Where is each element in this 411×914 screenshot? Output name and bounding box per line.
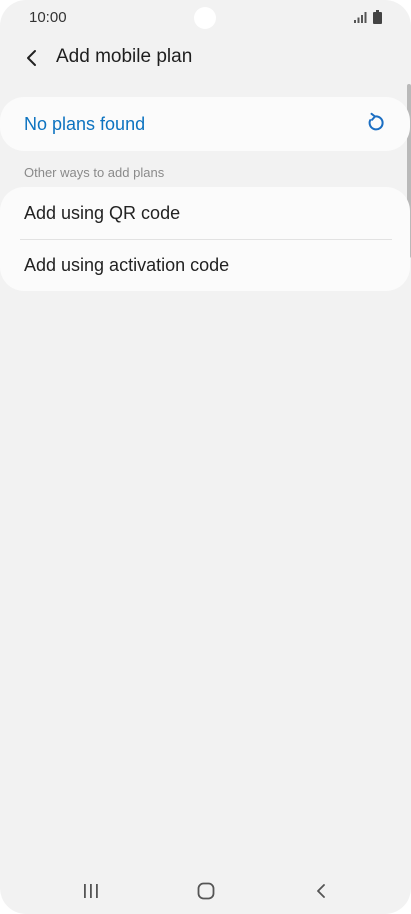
status-time: 10:00 — [29, 9, 67, 26]
option-label: Add using QR code — [24, 203, 181, 223]
back-icon — [317, 884, 325, 898]
plans-status-card: No plans found — [0, 97, 410, 151]
app-header: Add mobile plan — [0, 36, 411, 80]
recents-icon — [84, 884, 98, 898]
page-title: Add mobile plan — [56, 46, 193, 67]
status-bar: 10:00 — [0, 0, 411, 36]
screen: 10:00 Add mobile plan No plans found Oth… — [0, 0, 411, 914]
refresh-button[interactable] — [361, 109, 389, 137]
refresh-icon — [368, 112, 384, 131]
back-arrow-icon — [27, 50, 36, 66]
home-button[interactable] — [191, 880, 221, 902]
signal-icon — [354, 12, 367, 23]
add-using-activation-code-option[interactable]: Add using activation code — [0, 239, 410, 291]
add-using-qr-code-option[interactable]: Add using QR code — [0, 187, 410, 239]
back-button[interactable] — [18, 44, 46, 72]
other-ways-section-title: Other ways to add plans — [24, 165, 165, 180]
option-label: Add using activation code — [24, 255, 230, 275]
home-icon — [197, 882, 215, 900]
recents-button[interactable] — [76, 880, 106, 902]
no-plans-label: No plans found — [24, 114, 146, 134]
navigation-bar — [0, 868, 411, 914]
add-plan-options-card: Add using QR code Add using activation c… — [0, 187, 410, 291]
battery-icon — [373, 10, 382, 24]
nav-back-button[interactable] — [306, 880, 336, 902]
camera-cutout — [194, 7, 216, 29]
